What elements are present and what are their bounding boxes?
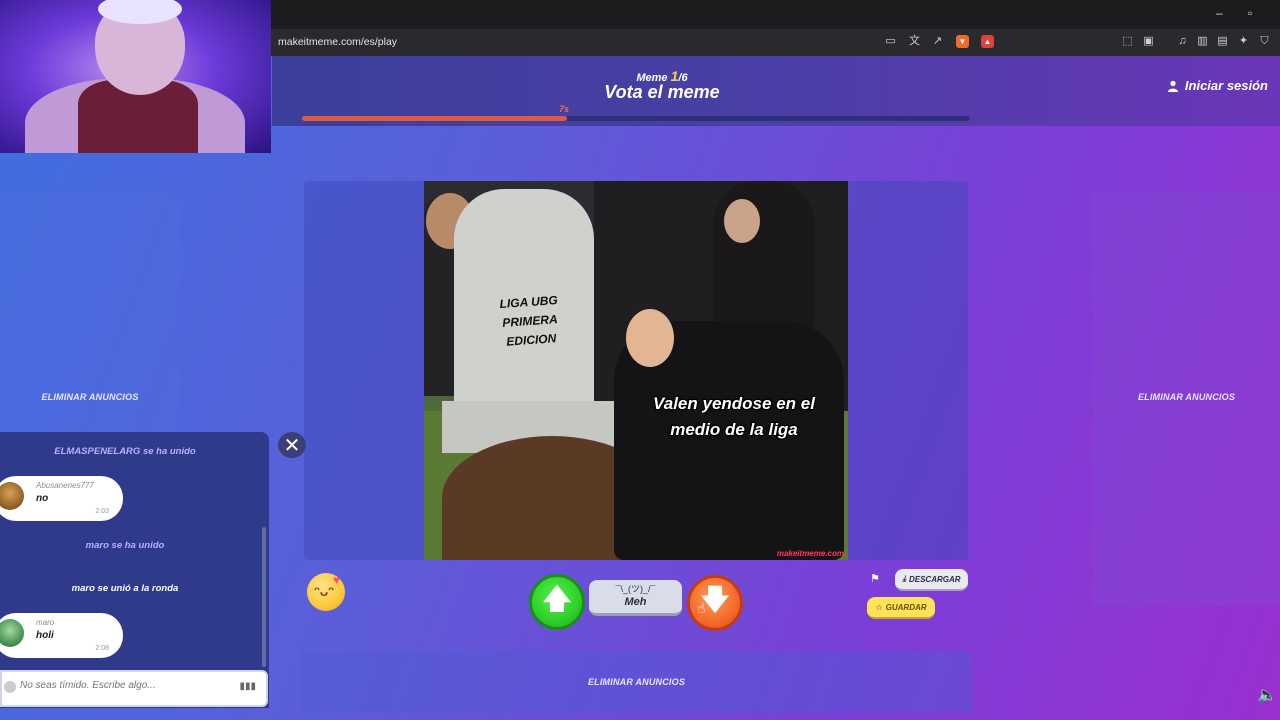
cast-icon[interactable]: ▭	[884, 35, 897, 48]
meme-man-face	[626, 309, 674, 367]
ad-panel-bottom: ELIMINAR ANUNCIOS	[301, 651, 972, 713]
shrug-icon: ¯\_(ツ)_/¯	[615, 584, 656, 594]
avatar[interactable]	[0, 482, 24, 510]
remove-ads-link-left[interactable]: ELIMINAR ANUNCIOS	[0, 392, 180, 402]
login-label: Iniciar sesión	[1184, 78, 1268, 93]
round-progress-bar	[302, 116, 970, 121]
meme-woman-face	[724, 199, 760, 243]
hand-cursor-icon: ☝	[697, 600, 706, 616]
chat-message: maro holi 2:08	[0, 613, 123, 658]
meme-image: LIGA UBG PRIMERA EDICION Valen yendose e…	[424, 181, 848, 560]
star-icon: ☆	[875, 602, 883, 612]
vote-down-button[interactable]: 🡇	[687, 575, 743, 631]
rewards-icon[interactable]: ▲	[981, 35, 994, 48]
chat-message: Abusanenes777 no 2:03	[0, 476, 123, 521]
webcam-overlay	[0, 0, 271, 153]
meme-watermark: makeitmeme.com	[776, 549, 844, 558]
chat-system-message: ELMASPENELARG se ha unido	[54, 446, 196, 457]
ad-panel-left: ELIMINAR ANUNCIOS	[0, 192, 180, 452]
chat-message-text: no	[36, 493, 49, 504]
leo-icon[interactable]: ✦	[1237, 35, 1250, 48]
restore-icon[interactable]: ▫	[1248, 6, 1252, 20]
chat-scrollbar[interactable]	[262, 527, 266, 667]
chat-message-time: 2:08	[95, 645, 109, 652]
smile-face-icon: ᵔᴗᵔ	[314, 583, 335, 599]
chat-message-user: Abusanenes777	[36, 481, 94, 490]
download-button[interactable]: ⤓ DESCARGAR	[895, 569, 968, 591]
emoji-icon[interactable]	[4, 681, 16, 693]
meme-caption: Valen yendose en el medio de la liga	[624, 391, 844, 443]
screenshot-icon[interactable]: ▣	[1142, 35, 1155, 48]
audio-wave-icon[interactable]: ▮▮▮	[239, 681, 256, 692]
save-label: GUARDAR	[885, 602, 927, 612]
chat-message-user: maro	[36, 618, 55, 627]
chat-input-box[interactable]: ▮▮▮	[0, 670, 268, 707]
meh-label: Meh	[624, 596, 647, 608]
meme-caption-line-1: Valen yendose en el	[653, 394, 815, 413]
share-icon[interactable]: ↗	[931, 35, 944, 48]
chat-message-time: 2:03	[95, 508, 109, 515]
sidebar-icon[interactable]: ▥	[1196, 35, 1209, 48]
chat-system-message: maro se ha unido	[85, 540, 165, 551]
minimize-icon[interactable]: –	[1216, 6, 1223, 20]
login-button[interactable]: Iniciar sesión	[1167, 78, 1268, 93]
tombstone-text: LIGA UBG PRIMERA EDICION	[474, 289, 586, 353]
brave-shield-icon[interactable]: ▼	[956, 35, 969, 48]
chat-system-message: maro se unió a la ronda	[71, 583, 179, 594]
page-title: Vota el meme	[604, 82, 720, 102]
download-label: DESCARGAR	[908, 574, 961, 584]
wallet-icon[interactable]: ▤	[1216, 35, 1229, 48]
chat-message-text: holi	[36, 630, 54, 641]
chat-input[interactable]	[20, 680, 220, 691]
round-timer: 7s	[559, 104, 570, 114]
game-header: Meme 1/6 Vota el meme 7s Iniciar sesión	[272, 56, 1280, 126]
user-icon	[1167, 80, 1178, 92]
ad-panel-right: ELIMINAR ANUNCIOS	[1093, 192, 1280, 606]
save-button[interactable]: ☆ GUARDAR	[867, 597, 935, 619]
url-text[interactable]: makeitmeme.com/es/play	[278, 36, 397, 48]
avatar[interactable]	[0, 619, 24, 647]
vpn-shield-icon[interactable]: ⛉	[1258, 35, 1271, 48]
music-icon[interactable]: ♫	[1176, 35, 1189, 48]
tombstone-line-2: PRIMERA EDICION	[501, 312, 559, 349]
report-flag-icon[interactable]: ⚑	[870, 572, 880, 585]
extensions-icon[interactable]: ⬚	[1121, 35, 1134, 48]
vote-up-button[interactable]: 🡅	[529, 574, 585, 630]
round-progress-fill	[302, 116, 568, 121]
vote-meh-button[interactable]: ¯\_(ツ)_/¯ Meh	[589, 580, 682, 616]
heart-icon: ♥	[333, 573, 341, 587]
chat-close-button[interactable]: ✕	[278, 432, 306, 458]
meme-caption-line-2: medio de la liga	[670, 420, 798, 439]
remove-ads-link-right[interactable]: ELIMINAR ANUNCIOS	[1093, 392, 1280, 402]
download-icon: ⤓	[902, 574, 906, 583]
remove-ads-link-bottom[interactable]: ELIMINAR ANUNCIOS	[301, 677, 972, 687]
chat-panel: ELMASPENELARG se ha unido Abusanenes777 …	[0, 432, 269, 708]
volume-icon[interactable]: 🔈	[1257, 685, 1277, 705]
translate-icon[interactable]: 文	[908, 35, 921, 48]
